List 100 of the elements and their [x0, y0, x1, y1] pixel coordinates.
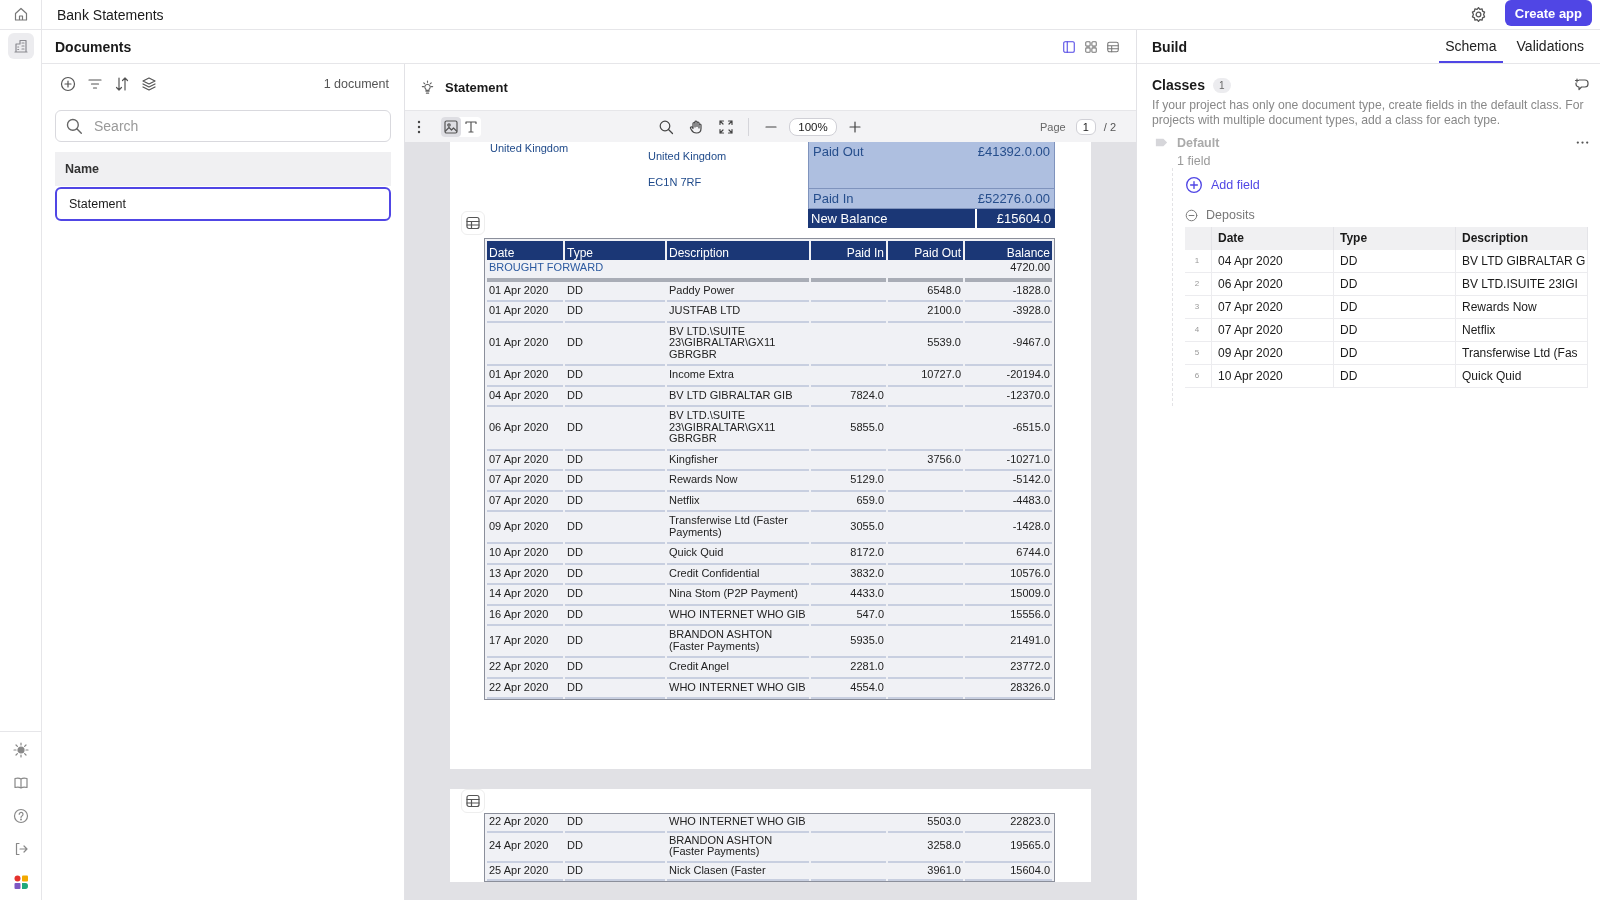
table-cell: Nina Stom (P2P Payment): [667, 585, 809, 606]
table-cell: Quick Quid: [667, 544, 809, 565]
table-cell: DD: [565, 544, 665, 565]
image-icon: [443, 118, 459, 135]
table-cell: 28326.0: [965, 678, 1052, 699]
hand-icon[interactable]: [688, 118, 705, 135]
table-cell: DD: [1334, 342, 1456, 365]
tab[interactable]: Schema: [1439, 30, 1503, 63]
page-total: / 2: [1103, 120, 1116, 133]
table-cell: 09 Apr 2020: [1212, 342, 1334, 365]
table-cell: DD: [565, 678, 665, 699]
table-cell: 19565.0: [965, 832, 1052, 863]
table-cell: DD: [565, 658, 665, 679]
table-cell: DD: [565, 322, 665, 366]
table-cell: 6744.0: [965, 544, 1052, 565]
column-header: Paid Out: [888, 239, 963, 260]
layers-icon[interactable]: [141, 76, 157, 92]
document-row[interactable]: Statement: [55, 187, 391, 221]
table-button[interactable]: [461, 789, 485, 813]
panel-title: Documents: [55, 38, 132, 55]
tab[interactable]: Validations: [1510, 30, 1590, 63]
table-cell: 25 Apr 2020: [487, 862, 563, 881]
table-cell: 3756.0: [888, 450, 963, 471]
table-cell: DD: [565, 512, 665, 544]
add-icon[interactable]: [1185, 176, 1203, 194]
table-cell: 3832.0: [811, 564, 886, 585]
table-cell: DD: [565, 491, 665, 512]
view-table-icon[interactable]: [1106, 39, 1120, 54]
table-cell: 5503.0: [888, 814, 963, 833]
table-cell: -6515.0: [965, 407, 1052, 451]
table-cell: 07 Apr 2020: [1212, 319, 1334, 342]
table-cell: WHO INTERNET WHO GIB: [667, 605, 809, 626]
table-cell: BRANDON ASHTON (Faster Payments): [667, 832, 809, 863]
search-field[interactable]: Search: [55, 110, 391, 142]
table-cell: DD: [1334, 296, 1456, 319]
table-cell: 01 Apr 2020: [487, 302, 563, 323]
filter-icon[interactable]: [87, 76, 103, 92]
table-button[interactable]: [461, 211, 485, 235]
row-number: 5: [1185, 342, 1212, 365]
table-cell: 22 Apr 2020: [487, 678, 563, 699]
field-name[interactable]: Deposits: [1206, 208, 1255, 222]
summary-label: New Balance: [808, 209, 975, 228]
table-cell: 10576.0: [965, 564, 1052, 585]
table-cell: 659.0: [811, 491, 886, 512]
summary-value: £52276.0.00: [977, 191, 1050, 206]
table-cell: Netflix: [1456, 319, 1589, 342]
table-cell: -5142.0: [965, 471, 1052, 492]
table-cell: BRANDON ASHTON (Faster Payments): [667, 626, 809, 658]
chat-bubble-icon[interactable]: [1574, 77, 1590, 93]
row-number: 1: [1185, 250, 1212, 273]
table-cell: DD: [565, 366, 665, 387]
apps-icon[interactable]: [12, 874, 29, 890]
table-cell: 6548.0: [888, 281, 963, 302]
table-cell: Rewards Now: [1456, 296, 1589, 319]
table-cell: DD: [565, 626, 665, 658]
table-cell: 14 Apr 2020: [487, 585, 563, 606]
table-cell: 07 Apr 2020: [487, 471, 563, 492]
sort-icon[interactable]: [114, 76, 130, 92]
sun-icon[interactable]: [12, 742, 29, 758]
table-cell: 07 Apr 2020: [487, 450, 563, 471]
table-cell: 2100.0: [888, 302, 963, 323]
table-cell: DD: [565, 862, 665, 881]
collapse-icon[interactable]: [1185, 208, 1198, 222]
table-cell: DD: [1334, 319, 1456, 342]
table-cell: 04 Apr 2020: [487, 386, 563, 407]
table-icon: [465, 793, 481, 809]
add-icon[interactable]: [60, 76, 76, 92]
view-split-icon[interactable]: [1062, 39, 1076, 54]
column-header: Paid In: [811, 239, 886, 260]
column-header: Description: [1456, 227, 1589, 250]
create-app-button[interactable]: Create app: [1504, 0, 1592, 26]
table-cell: WHO INTERNET WHO GIB: [667, 814, 809, 833]
view-grid-icon[interactable]: [1084, 39, 1098, 54]
table-cell: 8172.0: [811, 544, 886, 565]
table-cell: 10 Apr 2020: [1212, 365, 1334, 388]
table-cell: BV LTD GIBRALTAR GIB: [667, 386, 809, 407]
fullscreen-icon[interactable]: [718, 118, 735, 135]
table-cell: -9467.0: [965, 322, 1052, 366]
table-cell: 21491.0: [965, 626, 1052, 658]
table-cell: DD: [565, 407, 665, 451]
lightbulb-icon: [420, 79, 435, 95]
table-cell: 01 Apr 2020: [487, 281, 563, 302]
table-cell: Paddy Power: [667, 281, 809, 302]
table-cell: DD: [565, 450, 665, 471]
help-icon[interactable]: [12, 808, 29, 824]
page-field[interactable]: 1: [1075, 118, 1096, 135]
image-mode-button[interactable]: [441, 116, 461, 137]
section-title: Classes: [1152, 77, 1205, 93]
column-header: Type: [1334, 227, 1456, 250]
table-cell: Income Extra: [667, 366, 809, 387]
book-icon[interactable]: [12, 775, 29, 791]
table-cell: BV LTD.\SUITE 23\GIBRALTAR\GX11 GBRGBR: [667, 322, 809, 366]
settings-icon[interactable]: [1469, 6, 1487, 23]
add-field-link[interactable]: Add field: [1211, 178, 1260, 192]
table-cell: Nick Clasen (Faster: [667, 862, 809, 881]
column-header: Type: [565, 239, 665, 260]
search-icon[interactable]: [658, 118, 675, 135]
table-cell: 06 Apr 2020: [1212, 273, 1334, 296]
table-cell: Credit Confidential: [667, 564, 809, 585]
zoom-field[interactable]: 100%: [789, 117, 837, 136]
